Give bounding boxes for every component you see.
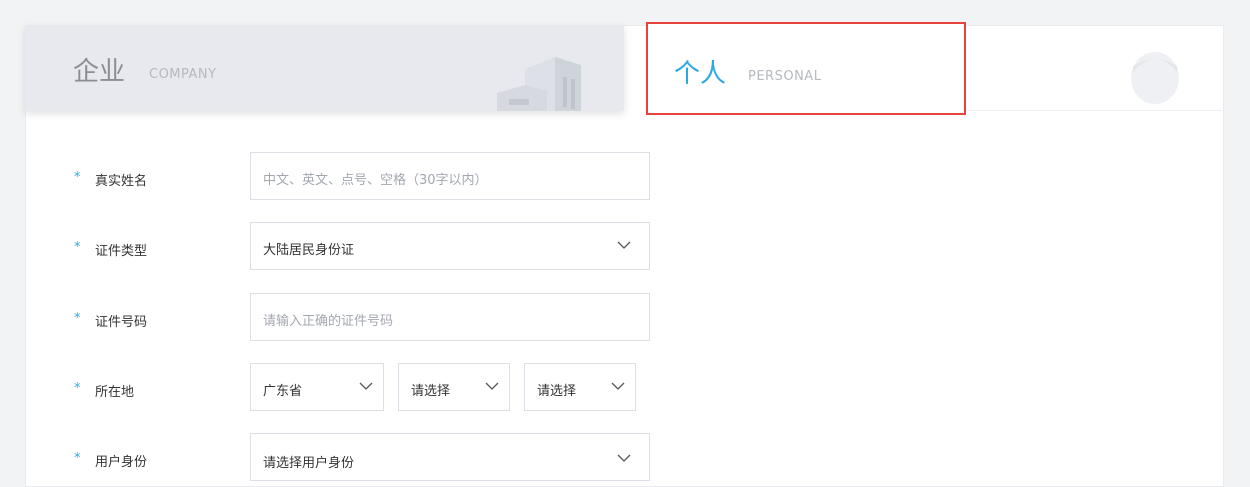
location-label: 所在地: [95, 385, 135, 400]
user-identity-value: 请选择用户身份: [263, 456, 355, 471]
header-divider: [966, 110, 1222, 111]
tab-personal[interactable]: 个人 PERSONAL: [646, 22, 966, 115]
city-select[interactable]: 请选择: [398, 363, 510, 411]
province-select[interactable]: 广东省: [250, 363, 384, 411]
id-number-placeholder: 请输入正确的证件号码: [263, 314, 394, 329]
district-select[interactable]: 请选择: [524, 363, 636, 411]
user-identity-select[interactable]: 请选择用户身份: [250, 433, 650, 481]
district-value: 请选择: [537, 384, 577, 399]
user-identity-label: 用户身份: [95, 455, 148, 470]
id-type-value: 大陆居民身份证: [263, 243, 355, 258]
tab-company[interactable]: 企业 COMPANY: [25, 25, 624, 111]
tab-company-subtitle: COMPANY: [149, 67, 217, 82]
tab-personal-subtitle: PERSONAL: [748, 69, 822, 84]
required-mark: *: [74, 381, 81, 396]
real-name-placeholder: 中文、英文、点号、空格（30字以内）: [263, 173, 488, 188]
chevron-down-icon: [359, 382, 373, 390]
id-number-label: 证件号码: [95, 315, 148, 330]
required-mark: *: [74, 451, 81, 466]
real-name-label: 真实姓名: [95, 174, 148, 189]
chevron-down-icon: [617, 241, 631, 249]
chevron-down-icon: [485, 382, 499, 390]
building-icon: [497, 57, 581, 111]
real-name-input[interactable]: 中文、英文、点号、空格（30字以内）: [250, 152, 650, 200]
tab-personal-title: 个人: [674, 59, 727, 89]
chevron-down-icon: [617, 454, 631, 462]
person-avatar-icon: [1131, 52, 1179, 104]
province-value: 广东省: [263, 384, 303, 399]
required-mark: *: [74, 170, 81, 185]
id-type-label: 证件类型: [95, 244, 148, 259]
id-number-input[interactable]: 请输入正确的证件号码: [250, 293, 650, 341]
tab-company-title: 企业: [73, 57, 126, 87]
id-type-select[interactable]: 大陆居民身份证: [250, 222, 650, 270]
required-mark: *: [74, 311, 81, 326]
required-mark: *: [74, 240, 81, 255]
city-value: 请选择: [411, 384, 451, 399]
chevron-down-icon: [611, 382, 625, 390]
